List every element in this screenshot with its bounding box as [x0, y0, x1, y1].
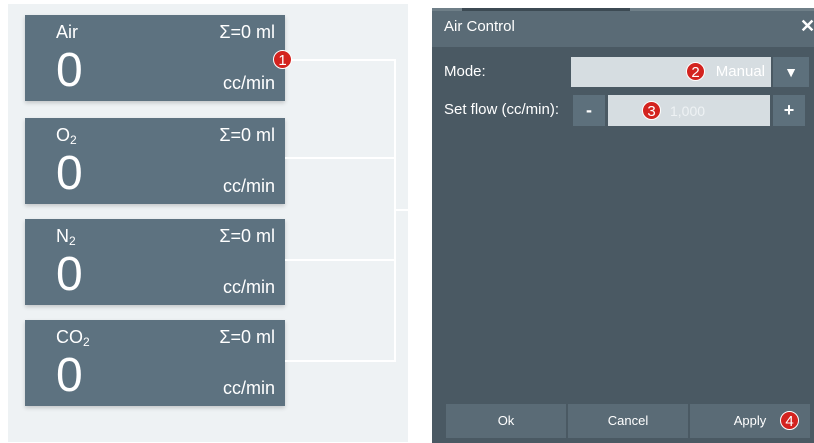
callout-marker: 1: [273, 50, 292, 69]
gas-flow-value: 0: [56, 44, 83, 97]
dropdown-arrow-icon[interactable]: ▼: [773, 57, 809, 87]
increment-button[interactable]: +: [773, 95, 805, 126]
connector-line: [285, 157, 396, 159]
gas-flow-unit: cc/min: [222, 176, 275, 196]
gas-card-n2[interactable]: N2 Σ=0 ml 0 cc/min: [25, 219, 285, 305]
connector-line: [285, 259, 396, 261]
connector-line: [285, 59, 396, 61]
callout-marker: 2: [686, 62, 705, 81]
gas-card-o2[interactable]: O2 Σ=0 ml 0 cc/min: [25, 118, 285, 204]
mode-value: Manual: [715, 63, 765, 80]
gas-name: O2: [56, 125, 77, 147]
gas-total-volume: Σ=0 ml: [219, 327, 275, 347]
set-flow-label: Set flow (cc/min):: [444, 101, 560, 118]
gas-name: CO2: [56, 327, 90, 349]
gas-card-air[interactable]: Air Σ=0 ml 0 cc/min: [25, 15, 285, 101]
callout-marker: 3: [642, 101, 661, 120]
gas-flow-unit: cc/min: [222, 277, 275, 297]
connector-line: [285, 360, 396, 362]
gas-total-volume: Σ=0 ml: [219, 125, 275, 145]
dialog-header: Air Control ✕: [432, 11, 814, 47]
gas-total-volume: Σ=0 ml: [219, 22, 275, 42]
mode-select[interactable]: Manual: [571, 57, 771, 87]
close-icon[interactable]: ✕: [800, 16, 814, 37]
decrement-button[interactable]: -: [573, 95, 605, 126]
gas-flow-unit: cc/min: [222, 73, 275, 93]
gas-name: N2: [56, 226, 76, 248]
connector-line: [396, 209, 408, 211]
gas-total-volume: Σ=0 ml: [219, 226, 275, 246]
air-control-dialog: Air Control ✕ Mode: Manual ▼ 2 Set flow …: [432, 8, 814, 443]
gas-flow-unit: cc/min: [222, 378, 275, 398]
gas-flow-value: 0: [56, 349, 83, 402]
apply-button-label: Apply: [733, 413, 767, 428]
cancel-button[interactable]: Cancel: [568, 404, 688, 438]
gas-flow-value: 0: [56, 248, 83, 301]
set-flow-input[interactable]: [608, 95, 770, 126]
gas-flow-panel: Air Σ=0 ml 0 cc/min O2 Σ=0 ml 0 cc/min N…: [8, 4, 408, 442]
callout-marker: 4: [780, 411, 799, 430]
gas-flow-value: 0: [56, 147, 83, 200]
mode-label: Mode:: [444, 63, 486, 80]
gas-name: Air: [56, 22, 78, 42]
dialog-title: Air Control: [444, 18, 515, 35]
gas-card-co2[interactable]: CO2 Σ=0 ml 0 cc/min: [25, 320, 285, 406]
ok-button[interactable]: Ok: [446, 404, 566, 438]
